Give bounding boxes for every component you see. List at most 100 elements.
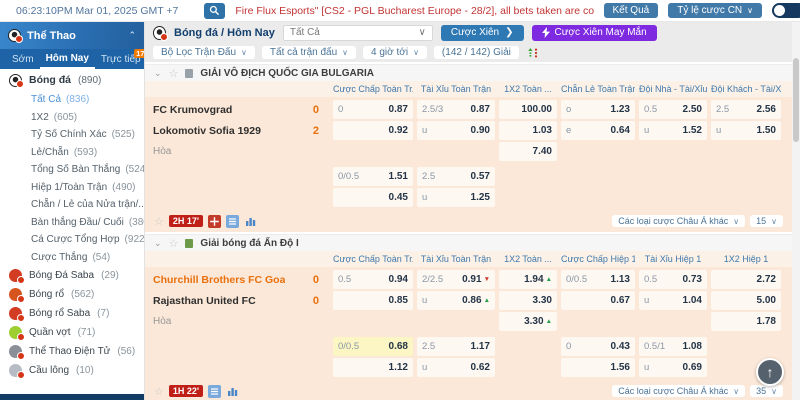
odds-cell[interactable]: 1.78 <box>711 312 781 331</box>
odds-cell[interactable]: 5.00 <box>711 291 781 310</box>
soccer-saba-icon <box>9 269 22 282</box>
column-header: Đội Khách - Tài/Xỉu <box>711 84 781 94</box>
page-scrollbar[interactable] <box>792 22 800 400</box>
odds-cell[interactable]: u1.50 <box>711 121 781 140</box>
scrollbar-thumb[interactable] <box>793 58 799 142</box>
sidebar-tab-trực-tiếp[interactable]: Trực tiếp171 <box>95 49 145 69</box>
odds-cell[interactable]: u0.90 <box>417 121 495 140</box>
odds-cell[interactable]: 1.94▲ <box>499 270 557 289</box>
sidebar-sport-basketball-saba[interactable]: Bóng rổ Saba(7) <box>0 304 144 323</box>
sidebar-list: Bóng đá(890)Tất Cả(836)1X2(605)Tỷ Số Chí… <box>0 69 144 380</box>
odds-line: 0 <box>338 104 343 115</box>
odds-cell[interactable]: 2.72 <box>711 270 781 289</box>
list-icon[interactable] <box>208 385 221 398</box>
odds-cell[interactable]: 0.45 <box>333 188 413 207</box>
favorite-match-icon[interactable]: ☆ <box>154 385 164 398</box>
odds-cell[interactable]: 7.40 <box>499 142 557 161</box>
sidebar-tab-hôm-nay[interactable]: Hôm Nay <box>40 49 95 69</box>
chart-icon[interactable] <box>244 215 257 228</box>
odds-cell[interactable]: 1.03 <box>499 121 557 140</box>
odds-cell-empty <box>417 312 495 331</box>
odds-cell[interactable]: 1.12 <box>333 358 413 377</box>
odds-cell[interactable]: o1.23 <box>561 100 635 119</box>
chart-icon[interactable] <box>226 385 239 398</box>
sidebar-bet-type[interactable]: Bàn thắng Đầu/ Cuối(380) <box>0 214 144 232</box>
favorite-league-icon[interactable]: ☆ <box>169 67 179 80</box>
odds-cell[interactable]: 0.67 <box>561 291 635 310</box>
odds-cell[interactable]: 00.87 <box>333 100 413 119</box>
odds-cell[interactable]: 1.56 <box>561 358 635 377</box>
sidebar-bet-type[interactable]: Tất Cả(836) <box>0 91 144 109</box>
odds-cell[interactable]: 0.92 <box>333 121 413 140</box>
theme-toggle[interactable] <box>772 3 800 18</box>
sort-odds-icon[interactable] <box>526 47 539 59</box>
sidebar-bet-type[interactable]: 1X2(605) <box>0 109 144 127</box>
bet-count-dropdown[interactable]: 35∨ <box>750 385 783 397</box>
odds-cell[interactable]: 0.85 <box>333 291 413 310</box>
all-matches-dropdown[interactable]: Tất cả trận đấu∨ <box>262 46 356 59</box>
lightning-icon <box>542 27 550 38</box>
sidebar-bet-type[interactable]: Hiệp 1/Toàn Trận(490) <box>0 179 144 197</box>
sidebar-bet-type[interactable]: Tỷ Số Chính Xác(525) <box>0 126 144 144</box>
sidebar-sport-basketball[interactable]: Bóng rổ(562) <box>0 285 144 304</box>
odds-cell[interactable]: 0/0.50.68 <box>333 337 413 356</box>
odds-cell[interactable]: u0.69 <box>639 358 707 377</box>
sidebar-sport-esports[interactable]: Thể Thao Điện Tử(56) <box>0 342 144 361</box>
lucky-parlay-button[interactable]: Cược Xiên May Mắn <box>532 25 657 41</box>
favorite-match-icon[interactable]: ☆ <box>154 215 164 228</box>
odds-cell[interactable]: 0.50.73 <box>639 270 707 289</box>
odds-cell[interactable]: u1.52 <box>639 121 707 140</box>
odds-cell[interactable]: u0.86▲ <box>417 291 495 310</box>
more-asian-bets-dropdown[interactable]: Các loại cược Châu Á khác∨ <box>612 215 745 227</box>
odds-cell[interactable]: 3.30 <box>499 291 557 310</box>
time-filter-dropdown[interactable]: 4 giờ tới∨ <box>363 46 427 59</box>
odds-cell[interactable]: 0/0.51.51 <box>333 167 413 186</box>
sidebar-sport-soccer[interactable]: Bóng đá(890) <box>0 69 144 91</box>
sidebar-tab-sớm[interactable]: Sớm <box>6 49 40 69</box>
collapse-icon[interactable]: ⌄ <box>154 68 162 79</box>
sidebar-sport-soccer-saba[interactable]: Bóng Đá Saba(29) <box>0 266 144 285</box>
odds-cell[interactable]: 0.5/11.08 <box>639 337 707 356</box>
favorite-league-icon[interactable]: ☆ <box>169 237 179 250</box>
sidebar-bet-type[interactable]: Cá Cược Tổng Hợp(922) <box>0 231 144 249</box>
league-select[interactable]: Tất Cả ∨ <box>283 25 433 41</box>
odds-cell[interactable]: 0.52.50 <box>639 100 707 119</box>
parlay-button[interactable]: Cược Xiên ❯ <box>441 25 524 41</box>
bet-count-dropdown[interactable]: 15∨ <box>750 215 783 227</box>
grid-icon[interactable] <box>208 215 221 228</box>
collapse-icon[interactable]: ⌄ <box>154 238 162 249</box>
odds-cell[interactable]: 3.30▲ <box>499 312 557 331</box>
odds-cell[interactable]: 2.51.17 <box>417 337 495 356</box>
odds-cell[interactable]: 100.00 <box>499 100 557 119</box>
list-icon[interactable] <box>226 215 239 228</box>
odds-cell[interactable]: 2.50.57 <box>417 167 495 186</box>
scroll-to-top-button[interactable]: ↑ <box>756 358 784 386</box>
odds-cell[interactable]: 2.52.56 <box>711 100 781 119</box>
sidebar-bet-type[interactable]: Chẵn / Lẻ của Nửa trận/...(482) <box>0 196 144 214</box>
odds-cell[interactable]: e0.64 <box>561 121 635 140</box>
results-button[interactable]: Kết Quả <box>604 3 659 18</box>
odds-cell[interactable]: 00.43 <box>561 337 635 356</box>
arrow-up-icon: ↑ <box>767 364 774 380</box>
odds-cell[interactable]: 0.50.94 <box>333 270 413 289</box>
odds-row: Lokomotiv Sofia 192920.92u0.901.03e0.64u… <box>151 121 786 140</box>
sidebar-bet-type[interactable]: Lẻ/Chẵn(593) <box>0 144 144 162</box>
sidebar-bet-type[interactable]: Tổng Số Bàn Thắng(524) <box>0 161 144 179</box>
odds-cell[interactable]: u1.25 <box>417 188 495 207</box>
odds-type-dropdown[interactable]: Tỷ lệ cược CN ∨ <box>668 3 762 18</box>
odds-cell[interactable]: 0/0.51.13 <box>561 270 635 289</box>
sidebar-bet-type[interactable]: Cược Thắng(54) <box>0 249 144 267</box>
sidebar-sports-header[interactable]: Thể Thao ⌃ <box>0 22 144 49</box>
more-asian-bets-dropdown[interactable]: Các loại cược Châu Á khác∨ <box>612 385 745 397</box>
search-button[interactable] <box>204 3 225 19</box>
odds-cell[interactable]: 2.5/30.87 <box>417 100 495 119</box>
odds-type-label: Tỷ lệ cược CN <box>677 5 742 16</box>
sport-count: (29) <box>101 270 119 281</box>
odds-cell[interactable]: u1.04 <box>639 291 707 310</box>
sidebar-sport-tennis[interactable]: Quần vợt(71) <box>0 323 144 342</box>
odds-cell[interactable]: u0.62 <box>417 358 495 377</box>
chevron-up-icon: ⌃ <box>128 30 136 41</box>
odds-cell[interactable]: 2/2.50.91▼ <box>417 270 495 289</box>
match-filter-dropdown[interactable]: Bộ Lọc Trận Đấu∨ <box>153 46 255 59</box>
sidebar-sport-badminton[interactable]: Cầu lông(10) <box>0 361 144 380</box>
